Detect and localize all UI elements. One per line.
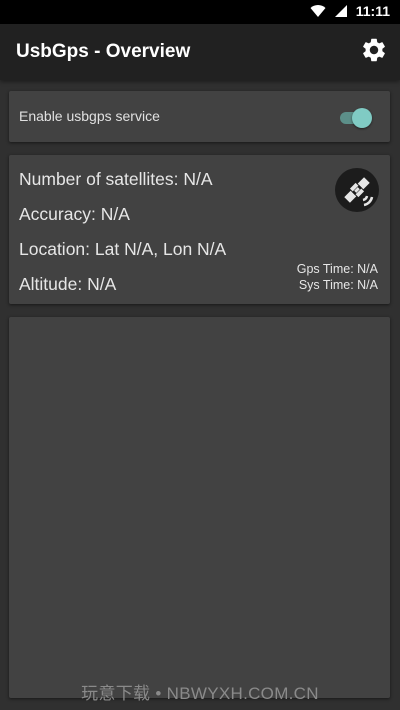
service-toggle-switch[interactable] bbox=[340, 107, 372, 128]
service-toggle-label: Enable usbgps service bbox=[19, 108, 160, 124]
gps-info-card: Number of satellites: N/A Accuracy: N/A … bbox=[9, 155, 390, 304]
altitude-value: Altitude: N/A bbox=[19, 274, 117, 294]
status-bar: 11:11 bbox=[0, 0, 400, 24]
page-title: UsbGps - Overview bbox=[16, 41, 191, 62]
app-bar: UsbGps - Overview bbox=[0, 24, 400, 80]
signal-icon bbox=[334, 4, 348, 18]
gps-time: Gps Time: N/A bbox=[296, 262, 378, 276]
wifi-icon bbox=[310, 4, 326, 18]
sys-time: Sys Time: N/A bbox=[298, 278, 378, 292]
location-value: Location: Lat N/A, Lon N/A bbox=[19, 239, 227, 259]
service-card: Enable usbgps service bbox=[9, 91, 390, 142]
satellite-icon bbox=[334, 167, 380, 213]
accuracy-value: Accuracy: N/A bbox=[19, 204, 130, 224]
status-time: 11:11 bbox=[355, 3, 390, 19]
gear-icon bbox=[360, 36, 388, 69]
satellites-count: Number of satellites: N/A bbox=[19, 169, 213, 189]
watermark: 玩意下载 • NBWYXH.COM.CN bbox=[81, 684, 319, 703]
settings-button[interactable] bbox=[358, 36, 390, 68]
time-block: Gps Time: N/A Sys Time: N/A bbox=[297, 261, 378, 293]
map-panel bbox=[9, 317, 390, 698]
switch-thumb bbox=[352, 108, 372, 128]
